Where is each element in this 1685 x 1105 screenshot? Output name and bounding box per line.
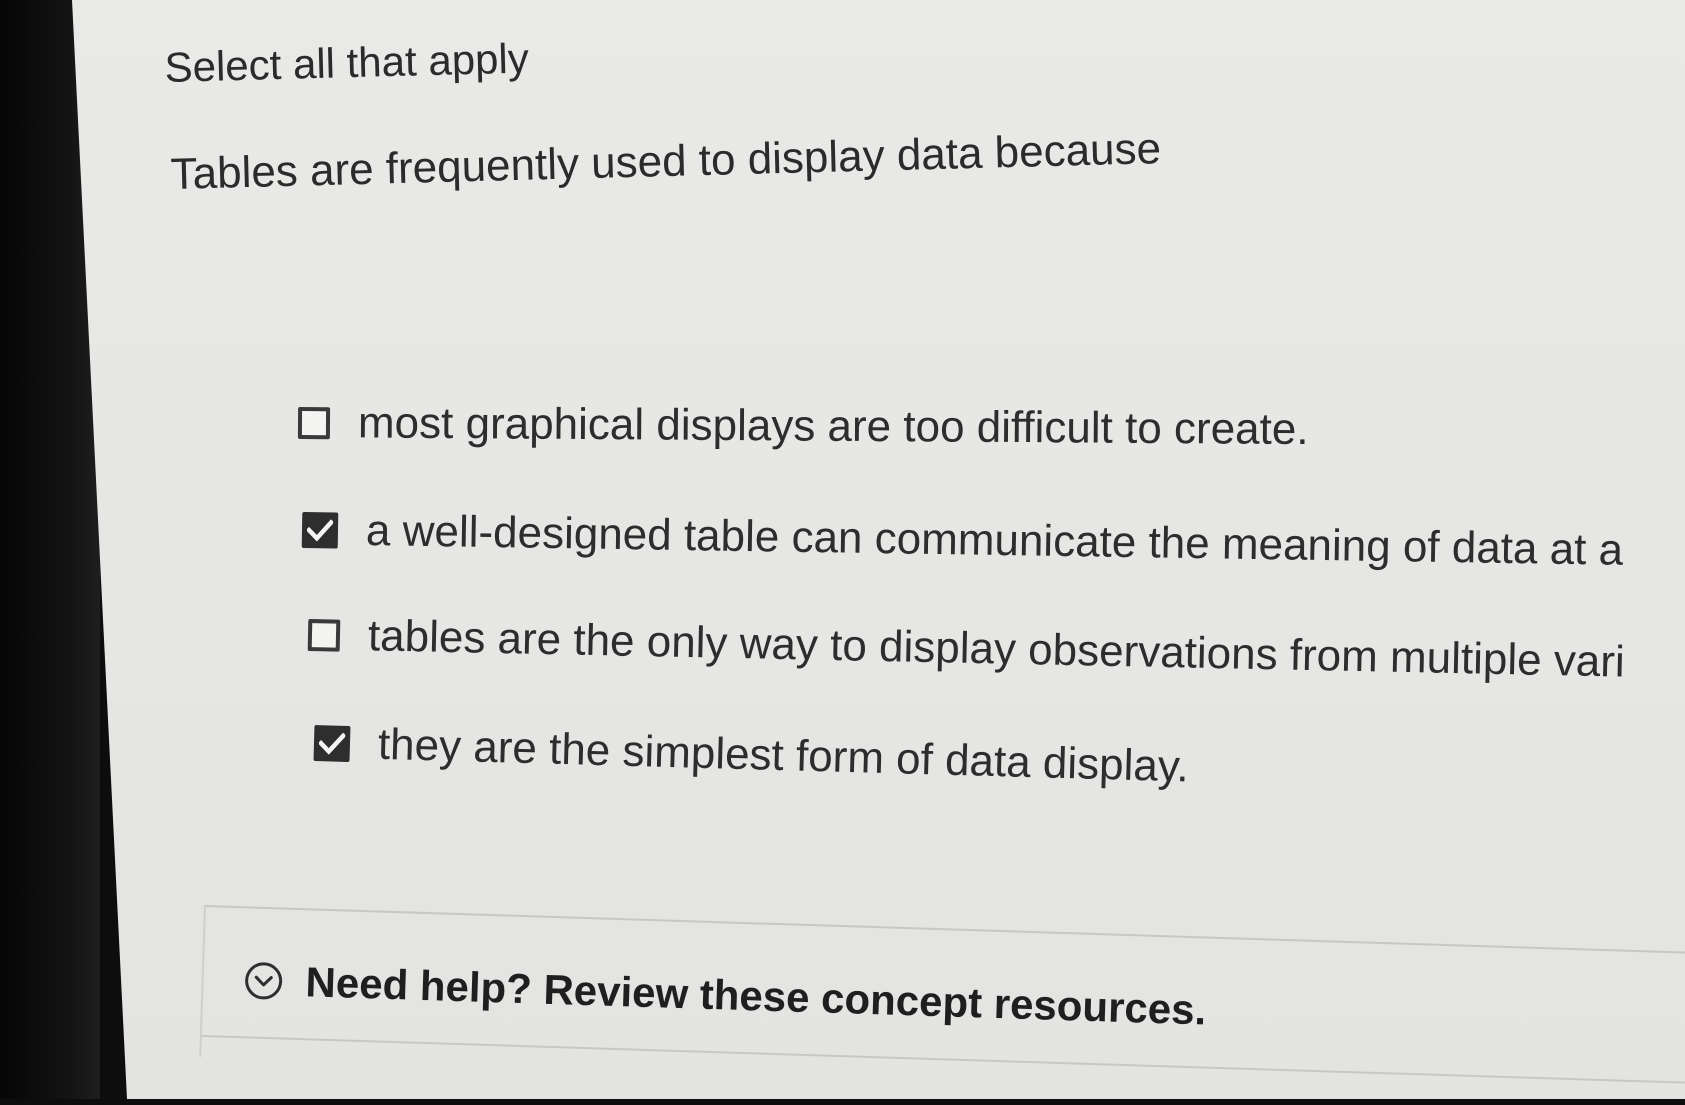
answer-option-1[interactable]: most graphical displays are too difficul… — [297, 398, 1309, 455]
concept-resources-label[interactable]: Need help? Review these concept resource… — [305, 958, 1207, 1034]
checkmark-icon — [306, 519, 334, 542]
chevron-down-circle-icon[interactable] — [243, 960, 284, 1001]
checkbox-checked-icon[interactable] — [313, 725, 351, 762]
checkmark-icon — [318, 732, 346, 755]
question-instruction: Select all that apply — [164, 34, 530, 91]
checkbox-checked-icon[interactable] — [301, 512, 339, 549]
checkbox-unchecked-icon[interactable] — [297, 407, 331, 440]
concept-resources-toggle[interactable]: Need help? Review these concept resource… — [243, 956, 1207, 1034]
checkbox-unchecked-icon[interactable] — [307, 619, 341, 652]
answer-option-label: most graphical displays are too difficul… — [357, 398, 1309, 455]
